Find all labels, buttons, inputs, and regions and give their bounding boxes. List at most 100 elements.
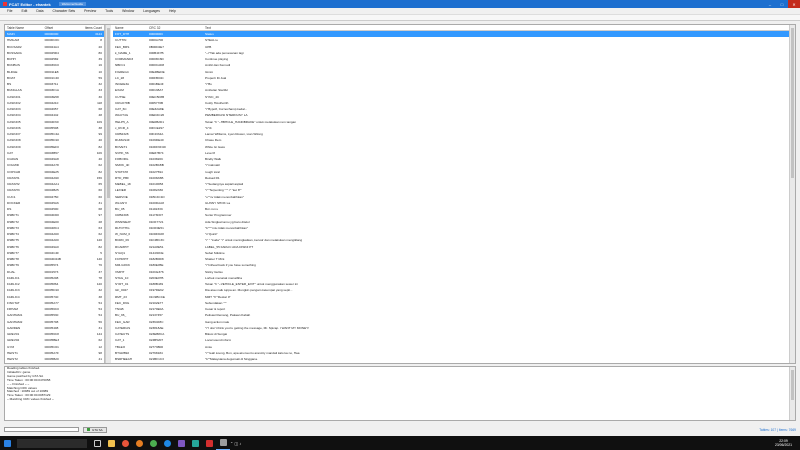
- tray-icons[interactable]: ⌃ ◫ ♪: [230, 441, 241, 446]
- taskbar-app-store[interactable]: [174, 436, 188, 450]
- menu-edit[interactable]: Edit: [20, 9, 28, 13]
- text-cell: Gang action male: [205, 319, 230, 324]
- task-view-button[interactable]: [90, 436, 104, 450]
- text-cell: Status: [205, 32, 214, 37]
- output-log[interactable]: Reading tables finished. InitiateDrv: gam…: [4, 366, 796, 421]
- taskbar-app-browser[interactable]: [118, 436, 132, 450]
- entries-list[interactable]: Name CRC 32 Text FOT_DTH 00000003 Status CU…: [113, 25, 789, 363]
- items-count-cell: 156: [96, 175, 102, 180]
- menu-languages[interactable]: Languages: [142, 9, 161, 13]
- offset-cell: 000011E8: [44, 69, 59, 74]
- scroll-thumb[interactable]: [791, 28, 794, 178]
- offset-cell: 00004AA1: [44, 182, 60, 187]
- welcome-tab[interactable]: Welcome/Guide: [58, 2, 87, 6]
- taskbar-app-media[interactable]: [132, 436, 146, 450]
- table-name-cell: DS: [7, 207, 12, 212]
- taskbar-app-game[interactable]: [202, 436, 216, 450]
- table-name-cell: BS: [7, 82, 12, 87]
- crc32-cell: 0103820C: [149, 157, 164, 162]
- text-cell: Bindly Walk: [205, 157, 222, 162]
- crc32-cell: 02137457: [149, 313, 163, 318]
- chrome-icon: [149, 439, 157, 447]
- scroll-thumb[interactable]: [107, 28, 110, 198]
- start-button[interactable]: [0, 436, 14, 450]
- entry-name-cell: FEC_GAR: [115, 319, 130, 324]
- column-header-crc32[interactable]: CRC 32: [147, 26, 181, 30]
- crc32-cell: 0180E05E: [149, 263, 164, 268]
- title-bar[interactable]: FCAT Editor - ehantek Welcome/Guide – □ …: [0, 0, 800, 8]
- items-count-cell: 40: [98, 157, 102, 162]
- entry-name-cell: CUTTIN: [115, 38, 127, 43]
- minimize-button[interactable]: –: [764, 0, 776, 8]
- text-cell: Cesar & report: [205, 307, 226, 312]
- taskbar-app-edge[interactable]: [160, 436, 174, 450]
- column-header-name[interactable]: Name: [113, 26, 147, 30]
- crc32-cell: 01DF7721: [149, 219, 164, 224]
- table-name-cell: CGRAN: [7, 157, 19, 162]
- table-name-cell: CRASH3: [7, 188, 20, 193]
- menu-help[interactable]: Help: [168, 9, 177, 13]
- offset-cell: 00005708: [44, 319, 59, 324]
- crc32-cell: 00FCE297: [149, 125, 164, 130]
- taskbar-app-fcat[interactable]: [216, 436, 230, 450]
- offset-cell: 00005508: [44, 125, 59, 130]
- column-header-text[interactable]: Text: [203, 26, 789, 30]
- table-name-cell: CASINO4: [7, 113, 21, 118]
- column-header-table-name[interactable]: Table Name: [5, 26, 43, 30]
- offset-cell: 00002582: [44, 57, 59, 62]
- offset-cell: 00000000: [44, 32, 59, 37]
- taskbar-search[interactable]: [17, 438, 87, 448]
- offset-cell: 00004A00: [44, 238, 59, 243]
- offset-cell: 000056C8: [44, 332, 59, 337]
- crc32-cell: 000B4F7B: [149, 50, 164, 55]
- menu-character-sets[interactable]: Character Sets: [51, 9, 76, 13]
- offset-cell: 00005D10: [44, 288, 59, 293]
- folder-icon: [107, 439, 115, 447]
- items-count-cell: 82: [98, 144, 102, 149]
- table-row[interactable]: WTNARA02B7A93A"r"Berikut lagi sebergan 7…: [113, 362, 789, 363]
- table-name-cell: GANHAM2: [7, 319, 23, 324]
- table-name-cell: CASINO9: [7, 144, 21, 149]
- scroll-thumb[interactable]: [791, 370, 794, 400]
- table-name-cell: CASINO1: [7, 94, 21, 99]
- text-cell: Sebal Stiktime: [205, 250, 225, 255]
- entry-name-cell: MEBEL_18: [115, 182, 131, 187]
- menu-preview[interactable]: Preview: [83, 9, 97, 13]
- entries-scrollbar[interactable]: [789, 25, 795, 363]
- table-row[interactable]: HEIST300005BA141: [5, 362, 104, 363]
- text-cell: "r"malmatil: [205, 163, 220, 168]
- entry-name-cell: FOT_DTH: [115, 32, 130, 37]
- crc32-cell: 01F4BC3C: [149, 238, 165, 243]
- items-count-cell: 54: [98, 307, 102, 312]
- tables-list[interactable]: Table Name Offset Items Count MAIN 000000…: [5, 25, 105, 363]
- text-cell: Tekan "h "~HBHCLE_HANDBRAKE" untuk melak…: [205, 119, 297, 124]
- clock[interactable]: 22:09 23/06/2021: [775, 439, 792, 447]
- menu-file[interactable]: File: [6, 9, 13, 13]
- offset-cell: 00005208: [44, 275, 59, 280]
- offset-cell: 00005C4A: [44, 132, 60, 137]
- menu-data[interactable]: Data: [35, 9, 44, 13]
- items-count-cell: 62: [98, 232, 102, 237]
- column-header-offset[interactable]: Offset: [43, 26, 81, 30]
- maximize-button[interactable]: □: [776, 0, 788, 8]
- window-controls: – □ ✕: [764, 0, 800, 8]
- offset-cell: 000048C4: [44, 225, 59, 230]
- entry-name-cell: CATEUTS: [115, 332, 130, 337]
- close-button[interactable]: ✕: [788, 0, 800, 8]
- menu-tools[interactable]: Tools: [104, 9, 114, 13]
- text-cell: Chase Rem: [205, 138, 222, 143]
- log-scrollbar[interactable]: [789, 367, 795, 420]
- offset-cell: 000024A4: [44, 44, 59, 49]
- column-header-items-count[interactable]: Items Count: [80, 26, 104, 30]
- offset-cell: 00004A78: [44, 163, 59, 168]
- fcat-app-icon: [219, 439, 227, 446]
- taskbar-app-chrome[interactable]: [146, 436, 160, 450]
- tables-scrollbar[interactable]: [105, 25, 111, 363]
- menu-window[interactable]: Window: [121, 9, 135, 13]
- taskbar-app-explorer[interactable]: [104, 436, 118, 450]
- taskbar-app-editor[interactable]: [188, 436, 202, 450]
- game-button[interactable]: GTA SA: [83, 426, 107, 433]
- offset-cell: 000036C0: [44, 63, 59, 68]
- crc32-cell: 0100DAA8: [149, 200, 164, 205]
- search-input[interactable]: [4, 427, 79, 432]
